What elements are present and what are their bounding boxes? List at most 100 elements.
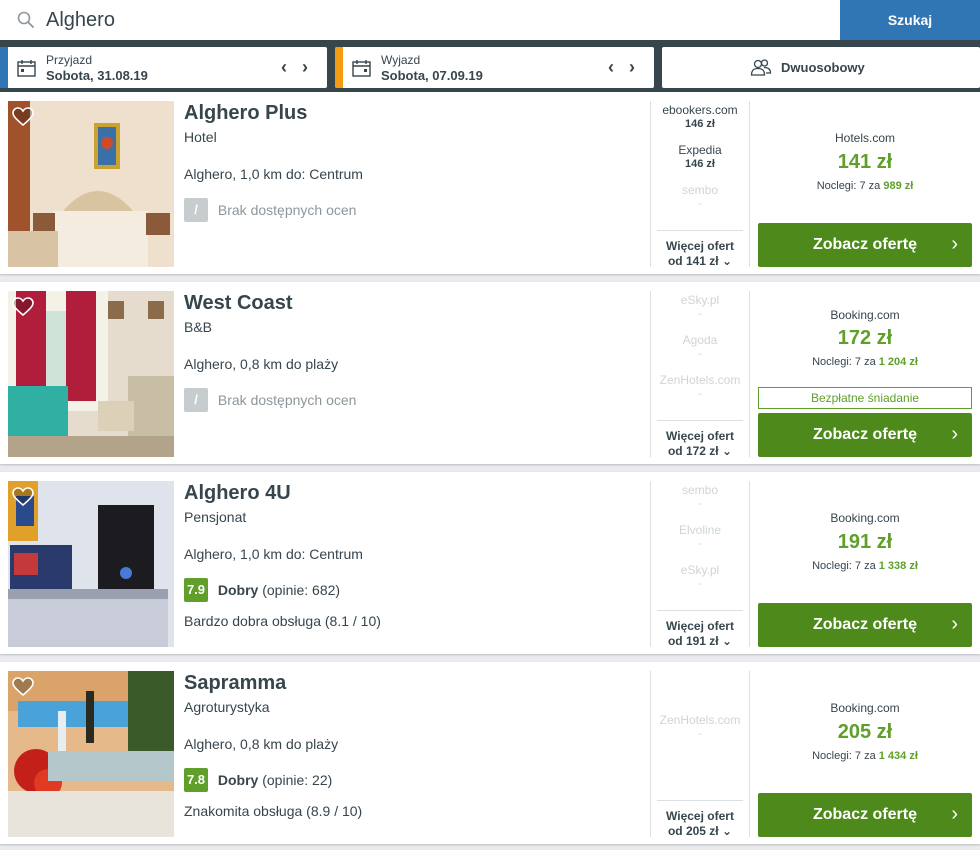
offer-site: eSky.pl	[680, 563, 720, 577]
best-price: 191 zł	[837, 531, 893, 553]
best-price-column: Booking.com 205 zł Noclegi: 7 za 1 434 z…	[758, 671, 972, 837]
offers-column: ZenHotels.com - Więcej ofert od 205 zł ⌄	[650, 671, 750, 839]
view-deal-label: Zobacz ofertę	[812, 616, 917, 633]
hotel-name[interactable]: Alghero Plus	[184, 102, 307, 125]
calendar-icon	[352, 60, 371, 77]
search-icon	[17, 11, 34, 28]
chevron-right-icon: ›	[951, 233, 958, 255]
offer-site: sembo	[681, 483, 719, 497]
offer-price: -	[698, 388, 702, 400]
offer-price: -	[698, 538, 702, 550]
calendar-icon	[17, 60, 36, 77]
rating-label: Brak dostępnych ocen	[217, 202, 357, 218]
chevron-down-icon: ⌄	[721, 444, 733, 458]
offer-item[interactable]: ZenHotels.com -	[651, 713, 749, 740]
rating-label: Brak dostępnych ocen	[217, 392, 357, 408]
best-price-column: Booking.com 172 zł Noclegi: 7 za 1 204 z…	[758, 291, 972, 457]
rating-badge: 7.9	[184, 578, 208, 602]
favorite-heart-icon[interactable]	[12, 677, 34, 697]
checkout-next-arrow[interactable]: ›	[626, 57, 640, 78]
offer-site: Elvoline	[678, 523, 722, 537]
offer-item[interactable]: ebookers.com 146 zł	[651, 103, 749, 130]
rating-badge: 7.8	[184, 768, 208, 792]
search-input[interactable]	[46, 0, 826, 40]
hotel-name[interactable]: West Coast	[184, 292, 293, 315]
rating-row: / Brak dostępnych ocen	[184, 198, 356, 222]
chevron-down-icon: ⌄	[721, 634, 733, 648]
offer-item[interactable]: Agoda -	[651, 333, 749, 360]
best-price: 205 zł	[837, 721, 893, 743]
offer-price: -	[698, 728, 702, 740]
room-type-selector[interactable]: Dwuosobowy	[662, 47, 980, 88]
offer-site: sembo	[681, 183, 719, 197]
hotel-name[interactable]: Sapramma	[184, 672, 286, 695]
checkout-accent	[335, 47, 343, 88]
filters-row: Przyjazd Sobota, 31.08.19 ‹ › Wyjazd Sob…	[0, 40, 980, 92]
checkout-value: Sobota, 07.09.19	[381, 68, 483, 83]
offer-item[interactable]: ZenHotels.com -	[651, 373, 749, 400]
checkout-date-picker[interactable]: Wyjazd Sobota, 07.09.19 ‹ ›	[335, 47, 654, 88]
view-deal-button[interactable]: Zobacz ofertę ›	[758, 793, 972, 837]
chevron-down-icon: ⌄	[721, 824, 733, 838]
service-rating: Bardzo dobra obsługa (8.1 / 10)	[184, 613, 381, 629]
view-deal-label: Zobacz ofertę	[812, 426, 917, 443]
rating-badge: /	[184, 198, 208, 222]
more-offers-price: od 141 zł	[667, 254, 719, 268]
more-offers-price: od 191 zł	[667, 634, 719, 648]
hotel-card: Sapramma Agroturystyka Alghero, 0,8 km d…	[0, 662, 980, 844]
offer-item[interactable]: Expedia 146 zł	[651, 143, 749, 170]
view-deal-button[interactable]: Zobacz ofertę ›	[758, 223, 972, 267]
more-offers-link[interactable]: Więcej ofert od 172 zł ⌄	[657, 420, 743, 459]
view-deal-button[interactable]: Zobacz ofertę ›	[758, 603, 972, 647]
checkin-prev-arrow[interactable]: ‹	[278, 57, 292, 78]
favorite-heart-icon[interactable]	[12, 297, 34, 317]
offer-price: -	[698, 578, 702, 590]
checkin-label: Przyjazd	[46, 53, 93, 67]
offers-column: sembo - Elvoline - eSky.pl - Więcej ofer…	[650, 481, 750, 649]
favorite-heart-icon[interactable]	[12, 107, 34, 127]
more-offers-label: Więcej ofert	[666, 809, 734, 823]
offer-item[interactable]: Elvoline -	[651, 523, 749, 550]
favorite-heart-icon[interactable]	[12, 487, 34, 507]
hotel-location: Alghero, 1,0 km do: Centrum	[184, 166, 363, 182]
offer-site: eSky.pl	[680, 293, 720, 307]
more-offers-link[interactable]: Więcej ofert od 141 zł ⌄	[657, 230, 743, 269]
view-deal-button[interactable]: Zobacz ofertę ›	[758, 413, 972, 457]
more-offers-link[interactable]: Więcej ofert od 191 zł ⌄	[657, 610, 743, 649]
rating-row: / Brak dostępnych ocen	[184, 388, 356, 412]
offer-item[interactable]: eSky.pl -	[651, 293, 749, 320]
best-provider: Booking.com	[830, 511, 900, 525]
rating-row: 7.9 Dobry (opinie: 682)	[184, 578, 340, 602]
offer-item[interactable]: sembo -	[651, 483, 749, 510]
hotel-name[interactable]: Alghero 4U	[184, 482, 291, 505]
offer-price: 146 zł	[685, 158, 715, 170]
offer-item[interactable]: sembo -	[651, 183, 749, 210]
offer-item[interactable]: eSky.pl -	[651, 563, 749, 590]
hotel-location: Alghero, 1,0 km do: Centrum	[184, 546, 363, 562]
offer-site: ebookers.com	[662, 103, 738, 117]
nights-total: Noclegi: 7 za 989 zł	[816, 180, 914, 192]
search-button[interactable]: Szukaj	[840, 0, 980, 40]
best-price-column: Booking.com 191 zł Noclegi: 7 za 1 338 z…	[758, 481, 972, 647]
nights-total: Noclegi: 7 za 1 434 zł	[812, 750, 918, 762]
view-deal-label: Zobacz ofertę	[812, 236, 917, 253]
hotel-location: Alghero, 0,8 km do plaży	[184, 356, 339, 372]
more-offers-link[interactable]: Więcej ofert od 205 zł ⌄	[657, 800, 743, 839]
rating-word: Dobry	[217, 582, 259, 598]
offer-price: 146 zł	[685, 118, 715, 130]
service-rating: Znakomita obsługa (8.9 / 10)	[184, 803, 363, 819]
offer-price: -	[698, 348, 702, 360]
chevron-right-icon: ›	[951, 803, 958, 825]
offer-price: -	[698, 308, 702, 320]
checkin-date-picker[interactable]: Przyjazd Sobota, 31.08.19 ‹ ›	[0, 47, 327, 88]
best-provider: Hotels.com	[834, 131, 896, 145]
view-deal-label: Zobacz ofertę	[812, 806, 917, 823]
search-bar: Szukaj	[0, 0, 980, 40]
checkout-prev-arrow[interactable]: ‹	[605, 57, 619, 78]
offer-site: Expedia	[678, 143, 722, 157]
checkin-next-arrow[interactable]: ›	[299, 57, 313, 78]
more-offers-price: od 205 zł	[667, 824, 719, 838]
room-type-value: Dwuosobowy	[781, 60, 865, 75]
hotel-type: Pensjonat	[184, 509, 247, 525]
more-offers-label: Więcej ofert	[666, 429, 734, 443]
